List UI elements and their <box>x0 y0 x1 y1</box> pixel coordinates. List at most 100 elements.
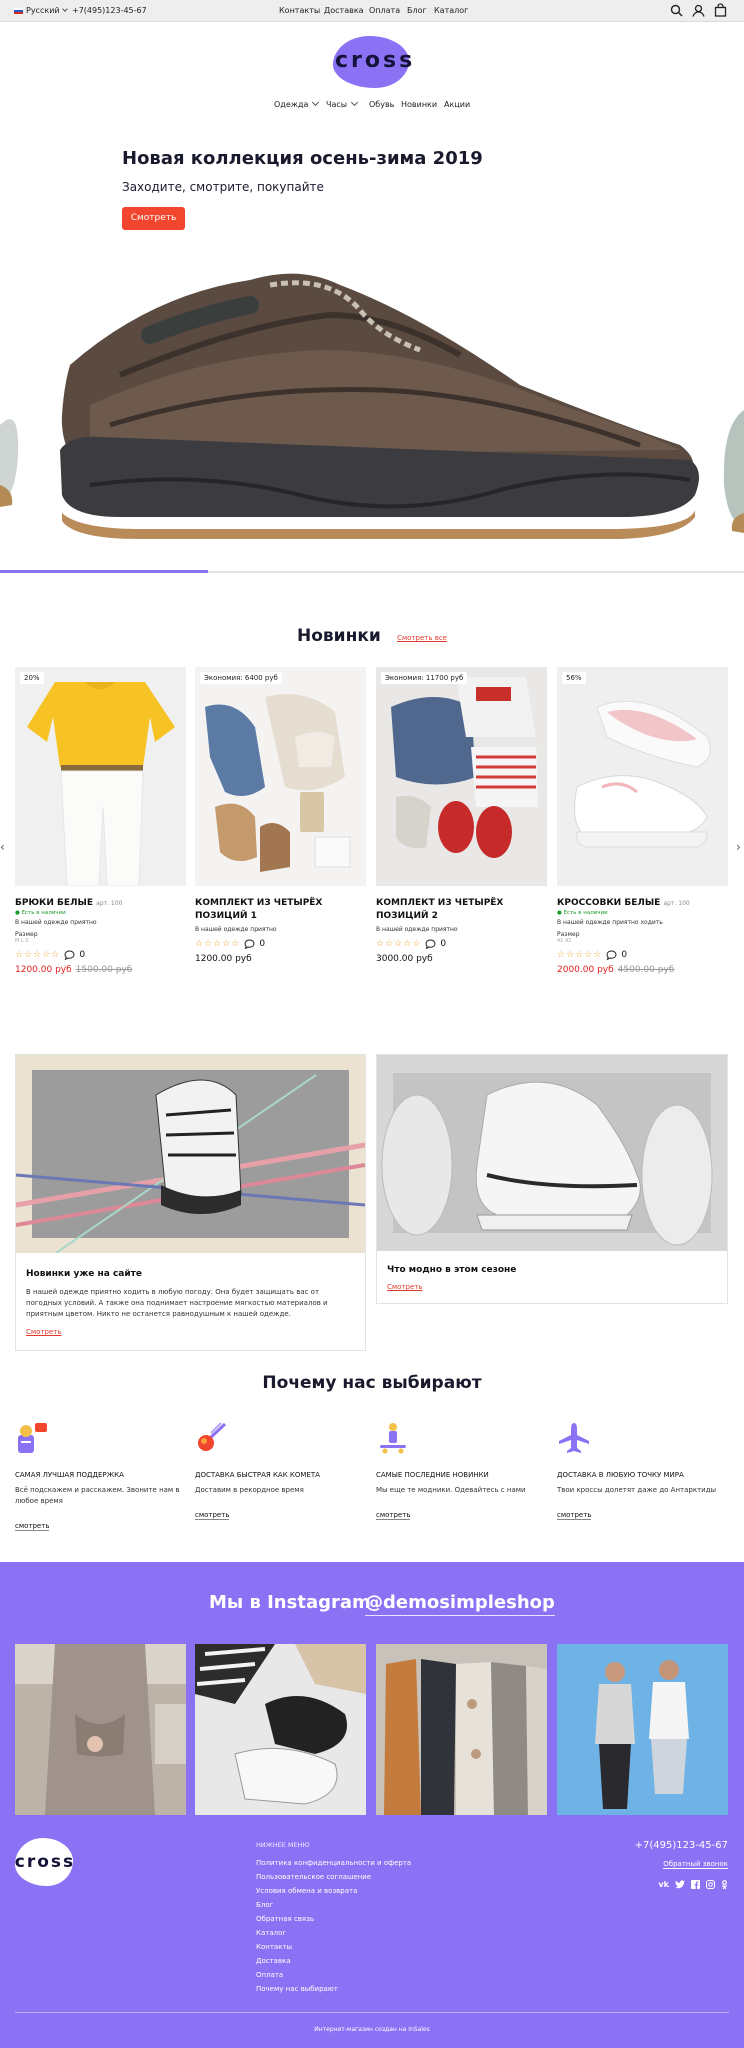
rating-stars-icon[interactable]: ☆☆☆☆☆ <box>15 950 60 960</box>
top-link-payment[interactable]: Оплата <box>369 0 400 22</box>
slider-next-icon[interactable]: › <box>736 840 741 854</box>
why-title: Почему нас выбирают <box>262 1373 482 1393</box>
why-item-link[interactable]: смотреть <box>195 1511 230 1520</box>
rating-stars-icon[interactable]: ☆☆☆☆☆ <box>195 939 240 949</box>
callback-link[interactable]: Обратный звонок <box>663 1860 728 1869</box>
product-photo-flatlay-set-1 <box>195 667 366 886</box>
footer-link[interactable]: Почему нас выбирают <box>256 1982 411 1996</box>
product-price: 2000.00 руб 4500.00 руб <box>557 965 675 975</box>
instagram-photo-clothes-rack[interactable] <box>376 1644 547 1815</box>
top-link-blog[interactable]: Блог <box>407 0 427 22</box>
search-icon[interactable] <box>670 4 683 17</box>
hero-subtitle: Заходите, смотрите, покупайте <box>122 180 324 194</box>
top-phone[interactable]: +7(495)123-45-67 <box>72 0 147 22</box>
product-card[interactable]: Экономия: 11700 руб КОМПЛЕКТ ИЗ ЧЕТЫРЁХ … <box>376 667 547 964</box>
product-photo-white-sneakers <box>557 667 728 886</box>
top-link-catalog[interactable]: Каталог <box>434 0 468 22</box>
banner-new-on-site[interactable]: Новинки уже на сайте В нашей одежде прия… <box>15 1054 366 1351</box>
size-options[interactable]: 41 42 <box>557 938 728 944</box>
product-card[interactable]: Экономия: 6400 руб КОМПЛЕКТ ИЗ ЧЕТЫРЁХ П… <box>195 667 366 964</box>
product-title[interactable]: КРОССОВКИ БЕЛЫЕ арт. 100 <box>557 897 728 910</box>
banner-title: Что модно в этом сезоне <box>387 1265 517 1275</box>
footer-link[interactable]: Условия обмена и возврата <box>256 1884 411 1898</box>
instagram-icon[interactable] <box>706 1880 715 1889</box>
nav-new[interactable]: Новинки <box>401 100 437 109</box>
footer-link[interactable]: Каталог <box>256 1926 411 1940</box>
copyright[interactable]: Интернет-магазин создан на InSales <box>0 2026 744 2033</box>
top-link-contacts[interactable]: Контакты <box>279 0 320 22</box>
odnoklassniki-icon[interactable] <box>721 1880 728 1890</box>
size-label: Размер <box>15 931 38 938</box>
why-item-title: ДОСТАВКА БЫСТРАЯ КАК КОМЕТА <box>195 1471 320 1479</box>
product-photo-yellow-tshirt <box>15 667 186 886</box>
footer-link[interactable]: Блог <box>256 1898 411 1912</box>
footer-link[interactable]: Обратная связь <box>256 1912 411 1926</box>
product-title[interactable]: БРЮКИ БЕЛЫЕ арт. 100 <box>15 897 186 910</box>
footer-link[interactable]: Доставка <box>256 1954 411 1968</box>
footer-link[interactable]: Пользовательское соглашение <box>256 1870 411 1884</box>
logo-text: cross <box>335 48 416 73</box>
product-card[interactable]: 20% БРЮКИ БЕЛЫЕ арт. 100 ● Есть в наличи… <box>15 667 186 975</box>
banner-link[interactable]: Смотреть <box>26 1328 355 1336</box>
nav-clothes[interactable]: Одежда <box>274 98 320 109</box>
see-all-link[interactable]: Смотреть все <box>397 634 447 642</box>
footer-link[interactable]: Политика конфиденциальности и оферта <box>256 1856 411 1870</box>
hero-button[interactable]: Смотреть <box>122 207 185 230</box>
footer-link[interactable]: Контакты <box>256 1940 411 1954</box>
twitter-icon[interactable] <box>675 1880 685 1889</box>
old-price: 4500.00 руб <box>617 965 675 975</box>
product-title[interactable]: КОМПЛЕКТ ИЗ ЧЕТЫРЁХ ПОЗИЦИЙ 1 <box>195 897 366 923</box>
banner-link[interactable]: Смотреть <box>387 1283 717 1291</box>
footer-link[interactable]: Оплата <box>256 1968 411 1982</box>
comment-icon <box>244 939 255 949</box>
discount-badge: 20% <box>20 672 44 684</box>
slider-prev-icon[interactable]: ‹ <box>0 840 5 854</box>
why-item-link[interactable]: смотреть <box>557 1511 592 1520</box>
chevron-down-icon <box>61 6 68 12</box>
product-tagline: В нашей одежде приятно <box>15 919 97 926</box>
footer-phone[interactable]: +7(495)123-45-67 <box>635 1840 728 1851</box>
footer-menu-title: НИЖНЕЕ МЕНЮ <box>256 1841 310 1849</box>
hero-sneaker-image <box>0 273 744 539</box>
user-icon[interactable] <box>692 4 705 17</box>
hero-slider-progress <box>0 570 209 573</box>
product-image[interactable]: 20% <box>15 667 186 886</box>
size-options[interactable]: M L S <box>15 938 186 944</box>
old-price: 1500.00 руб <box>75 965 133 975</box>
rating-stars-icon[interactable]: ☆☆☆☆☆ <box>557 950 602 960</box>
instagram-photo-sneakers-flatlay[interactable] <box>195 1644 366 1815</box>
product-image[interactable]: 56% <box>557 667 728 886</box>
cart-icon[interactable] <box>714 3 727 17</box>
why-item-link[interactable]: смотреть <box>15 1522 50 1531</box>
nav-sale[interactable]: Акции <box>444 100 470 109</box>
product-title[interactable]: КОМПЛЕКТ ИЗ ЧЕТЫРЁХ ПОЗИЦИЙ 2 <box>376 897 547 923</box>
chevron-down-icon <box>351 98 359 107</box>
facebook-icon[interactable] <box>691 1880 700 1889</box>
discount-badge: 56% <box>562 672 586 684</box>
savings-badge: Экономия: 11700 руб <box>381 672 468 684</box>
review-count: 0 <box>259 939 266 949</box>
instagram-photo-models[interactable] <box>557 1644 728 1815</box>
top-bar: Русский +7(495)123-45-67 Контакты Достав… <box>0 0 744 22</box>
product-card[interactable]: 56% КРОССОВКИ БЕЛЫЕ арт. 100 ● Есть в на… <box>557 667 728 975</box>
product-price: 1200.00 руб <box>195 954 252 964</box>
plane-icon <box>559 1423 589 1453</box>
product-price: 3000.00 руб <box>376 954 433 964</box>
product-image[interactable]: Экономия: 6400 руб <box>195 667 366 886</box>
nav-watches[interactable]: Часы <box>326 98 359 109</box>
language-select[interactable]: Русский <box>14 0 68 22</box>
banner-season-trends[interactable]: Что модно в этом сезоне Смотреть <box>376 1054 728 1304</box>
instagram-handle[interactable]: @demosimpleshop <box>365 1592 555 1616</box>
product-image[interactable]: Экономия: 11700 руб <box>376 667 547 886</box>
why-item-text: Доставим в рекордное время <box>195 1486 304 1494</box>
product-price: 1200.00 руб 1500.00 руб <box>15 965 133 975</box>
product-photo-flatlay-set-2 <box>376 667 547 886</box>
vk-icon[interactable]: vk <box>658 1880 669 1890</box>
rating-stars-icon[interactable]: ☆☆☆☆☆ <box>376 939 421 949</box>
nav-shoes[interactable]: Обувь <box>369 100 394 109</box>
top-link-delivery[interactable]: Доставка <box>324 0 364 22</box>
russian-flag-icon <box>14 7 23 14</box>
new-items-title: Новинки <box>297 626 381 646</box>
instagram-photo-trench-coat[interactable] <box>15 1644 186 1815</box>
why-item-link[interactable]: смотреть <box>376 1511 411 1520</box>
